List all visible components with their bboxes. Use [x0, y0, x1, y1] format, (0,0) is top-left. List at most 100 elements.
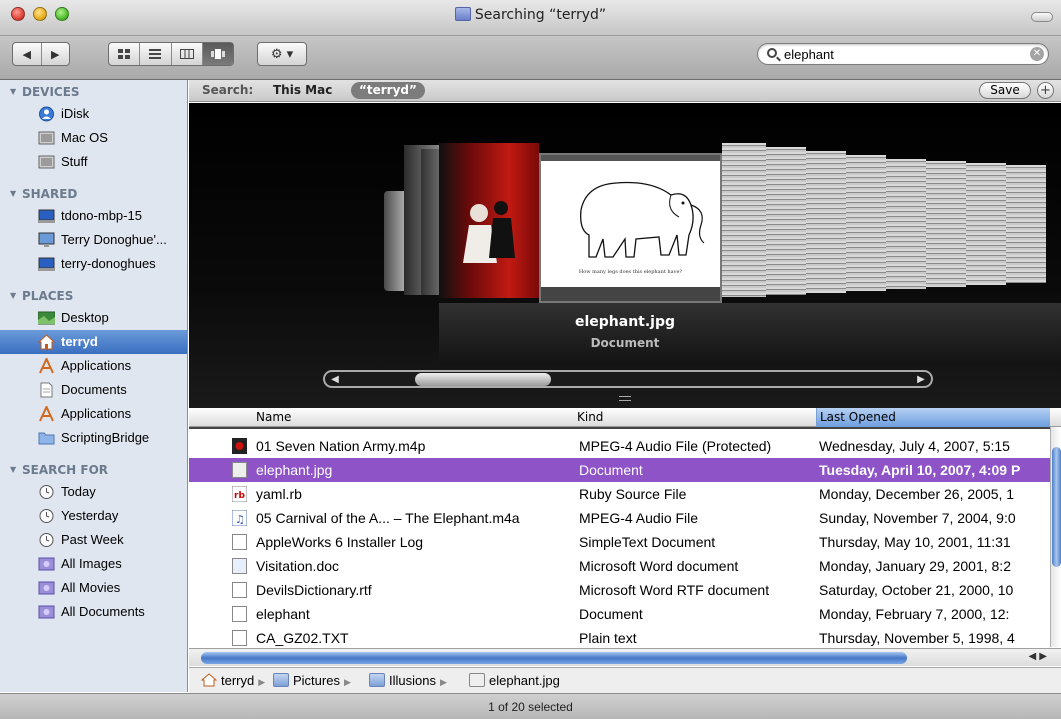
table-row[interactable]: elephant Document Monday, February 7, 20… — [189, 602, 1051, 626]
column-view-icon — [179, 49, 194, 59]
back-button[interactable]: ◀ — [13, 43, 42, 65]
itunes-icon — [232, 438, 247, 454]
column-header-last-opened[interactable]: Last Opened — [816, 408, 1050, 427]
document-icon — [40, 382, 53, 398]
sidebar-item-all-images[interactable]: All Images — [0, 552, 187, 576]
sidebar-section-shared[interactable]: ▼ SHARED — [0, 184, 187, 204]
resize-handle-icon[interactable] — [619, 396, 631, 401]
search-scope-label: Search: — [202, 83, 254, 97]
cover-flow-reflection — [439, 303, 1061, 363]
table-row[interactable]: ♫ 05 Carnival of the A... – The Elephant… — [189, 506, 1051, 530]
path-crumb-elephant[interactable]: elephant.jpg — [469, 668, 560, 694]
sidebar-item-idisk[interactable]: iDisk — [0, 102, 187, 126]
cover-flow-scrollbar[interactable]: ◀ ▶ — [323, 370, 933, 388]
clear-search-icon[interactable]: ✕ — [1030, 47, 1044, 61]
path-crumb-terryd[interactable]: terryd ▶ — [200, 668, 265, 695]
action-menu-button[interactable]: ⚙ ▾ — [257, 42, 307, 66]
cover-flow-item-document[interactable] — [1006, 165, 1046, 283]
sidebar-section-devices[interactable]: ▼ DEVICES — [0, 82, 187, 102]
sidebar-item-terry-donoghue[interactable]: Terry Donoghue'... — [0, 228, 187, 252]
cover-flow-item-elephant[interactable]: How many legs does this elephant have? — [539, 153, 722, 303]
sidebar-item-yesterday[interactable]: Yesterday — [0, 504, 187, 528]
sidebar-section-places[interactable]: ▼ PLACES — [0, 286, 187, 306]
sidebar-section-search-for[interactable]: ▼ SEARCH FOR — [0, 460, 187, 480]
column-view-button[interactable] — [172, 43, 203, 65]
add-criteria-button[interactable]: + — [1037, 82, 1054, 99]
vertical-scroll-thumb[interactable] — [1052, 447, 1061, 567]
table-row[interactable]: AppleWorks 6 Installer Log SimpleText Do… — [189, 530, 1051, 554]
vertical-scrollbar[interactable] — [1050, 427, 1061, 647]
sidebar-item-mac-os[interactable]: Mac OS — [0, 126, 187, 150]
icon-view-button[interactable] — [109, 43, 141, 65]
cover-flow-item-document[interactable] — [966, 163, 1006, 285]
search-field[interactable]: ✕ — [757, 43, 1049, 65]
scroll-arrows-icon[interactable]: ◀ ▶ — [1028, 651, 1047, 662]
search-input[interactable] — [784, 46, 1024, 62]
sidebar-item-all-movies[interactable]: All Movies — [0, 576, 187, 600]
path-crumb-illusions[interactable]: Illusions ▶ — [369, 668, 447, 695]
cover-flow-item-document[interactable] — [846, 155, 886, 291]
sidebar-item-applications-2[interactable]: Applications — [0, 402, 187, 426]
sidebar-item-applications[interactable]: Applications — [0, 354, 187, 378]
sidebar-item-terryd[interactable]: terryd — [0, 330, 187, 354]
preview-caption: How many legs does this elephant have? — [578, 269, 683, 275]
smart-folder-icon — [38, 581, 55, 595]
sidebar-item-desktop[interactable]: Desktop — [0, 306, 187, 330]
cover-flow-item-document[interactable] — [886, 159, 926, 289]
path-crumb-pictures[interactable]: Pictures ▶ — [273, 668, 351, 695]
sidebar-item-all-documents[interactable]: All Documents — [0, 600, 187, 624]
sidebar-item-tdono-mbp-15[interactable]: tdono-mbp-15 — [0, 204, 187, 228]
home-icon — [38, 334, 55, 350]
cover-flow-icon — [210, 49, 225, 59]
text-file-icon — [232, 534, 247, 550]
table-row[interactable]: 01 Seven Nation Army.m4p MPEG-4 Audio Fi… — [189, 434, 1051, 458]
album-art-image — [463, 201, 515, 263]
scroll-right-icon[interactable]: ▶ — [912, 373, 930, 386]
icon-view-icon — [118, 49, 131, 59]
horizontal-scrollbar[interactable]: ◀ ▶ — [189, 648, 1061, 666]
table-row[interactable]: rb yaml.rb Ruby Source File Monday, Dece… — [189, 482, 1051, 506]
sidebar-item-today[interactable]: Today — [0, 480, 187, 504]
forward-button[interactable]: ▶ — [42, 43, 70, 65]
word-doc-icon — [232, 558, 247, 574]
cover-flow-item-document[interactable] — [722, 143, 766, 297]
cover-flow-item-document[interactable] — [766, 147, 806, 295]
cover-flow-view[interactable]: How many legs does this elephant have? e… — [189, 103, 1061, 408]
window-title-area: Searching “terryd” — [0, 7, 1061, 23]
cover-flow-item-document[interactable] — [806, 151, 846, 293]
column-header-kind[interactable]: Kind — [577, 410, 603, 424]
sidebar-item-scriptingbridge[interactable]: ScriptingBridge — [0, 426, 187, 450]
cover-flow-item-album-art[interactable] — [439, 143, 539, 298]
rtf-file-icon — [232, 582, 247, 598]
disclosure-triangle-icon: ▼ — [10, 465, 17, 474]
applications-icon — [39, 358, 54, 374]
scope-user-button[interactable]: “terryd” — [351, 82, 425, 99]
disclosure-triangle-icon: ▼ — [10, 291, 17, 300]
cover-flow-subtitle: Document — [590, 336, 660, 350]
table-row[interactable]: Visitation.doc Microsoft Word document M… — [189, 554, 1051, 578]
computer-icon — [38, 232, 55, 247]
audio-file-icon: ♫ — [232, 510, 247, 526]
disclosure-triangle-icon: ▼ — [10, 189, 17, 198]
toolbar-toggle-button[interactable] — [1031, 12, 1053, 22]
sidebar: ▼ DEVICES iDisk Mac OS Stuff ▼ SHARED tdon… — [0, 80, 188, 692]
preview-footer-strip — [541, 287, 720, 301]
save-search-button[interactable]: Save — [979, 82, 1031, 99]
sidebar-item-documents[interactable]: Documents — [0, 378, 187, 402]
scroll-left-icon[interactable]: ◀ — [326, 373, 344, 386]
sidebar-item-past-week[interactable]: Past Week — [0, 528, 187, 552]
table-row[interactable]: DevilsDictionary.rtf Microsoft Word RTF … — [189, 578, 1051, 602]
table-row-selected[interactable]: elephant.jpg Document Tuesday, April 10,… — [189, 458, 1051, 482]
horizontal-scroll-thumb[interactable] — [201, 652, 907, 664]
column-header-name[interactable]: Name — [256, 410, 291, 424]
computer-icon — [38, 209, 55, 223]
search-scope-bar: Search: This Mac “terryd” Save + — [189, 80, 1061, 102]
scope-this-mac-button[interactable]: This Mac — [273, 83, 332, 97]
sidebar-item-stuff[interactable]: Stuff — [0, 150, 187, 174]
cover-flow-scroll-thumb[interactable] — [415, 373, 551, 386]
sidebar-item-terry-donoghues[interactable]: terry-donoghues — [0, 252, 187, 276]
table-row[interactable]: CA_GZ02.TXT Plain text Thursday, Novembe… — [189, 626, 1051, 648]
cover-flow-view-button[interactable] — [202, 43, 233, 65]
list-view-button[interactable] — [140, 43, 172, 65]
cover-flow-item-document[interactable] — [926, 161, 966, 287]
